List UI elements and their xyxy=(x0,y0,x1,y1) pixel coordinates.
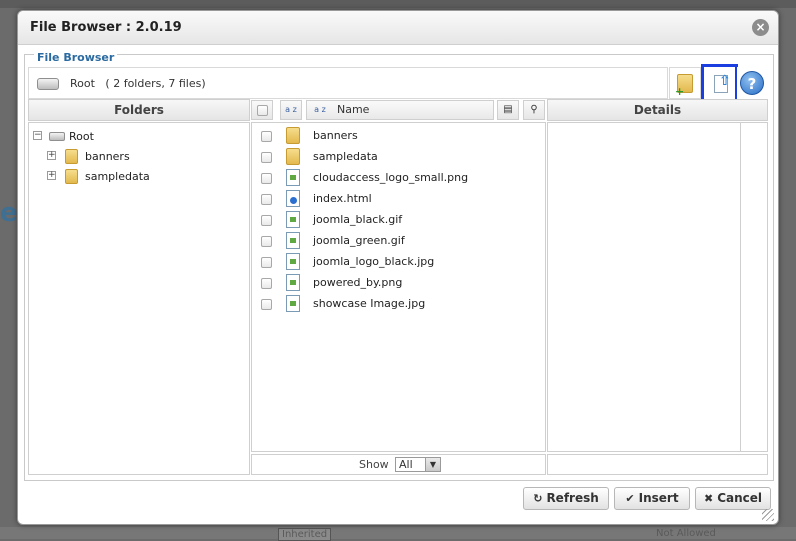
file-row[interactable]: joomla_logo_black.jpg xyxy=(252,252,545,273)
drive-icon xyxy=(49,132,65,141)
file-checkbox[interactable] xyxy=(261,299,272,310)
folder-icon xyxy=(65,169,78,184)
tree-label: Root xyxy=(69,130,94,143)
list-view-button[interactable]: ▤ xyxy=(497,100,519,120)
file-name: joomla_green.gif xyxy=(313,234,405,247)
image-icon xyxy=(286,274,300,291)
file-name: sampledata xyxy=(313,150,378,163)
file-row[interactable]: cloudaccess_logo_small.png xyxy=(252,168,545,189)
path-summary: ( 2 folders, 7 files) xyxy=(105,77,206,90)
details-footer xyxy=(547,454,768,475)
path-bar: Root ( 2 folders, 7 files) xyxy=(28,67,668,99)
close-icon[interactable]: × xyxy=(752,19,769,36)
folder-icon xyxy=(286,127,300,144)
files-pane: banners sampledata cloudaccess_logo_small.… xyxy=(251,122,546,452)
path-text: Root ( 2 folders, 7 files) xyxy=(70,77,206,90)
file-checkbox[interactable] xyxy=(261,257,272,268)
cancel-button[interactable]: ✖ Cancel xyxy=(695,487,771,510)
checkmark-icon: ✔ xyxy=(625,492,635,505)
file-checkbox[interactable] xyxy=(261,173,272,184)
details-divider xyxy=(740,123,741,451)
file-name: cloudaccess_logo_small.png xyxy=(313,171,469,184)
folder-icon xyxy=(65,149,78,164)
file-name: joomla_black.gif xyxy=(313,213,403,226)
details-pane xyxy=(547,122,768,452)
file-checkbox[interactable] xyxy=(261,236,272,247)
file-name: banners xyxy=(313,129,358,142)
refresh-icon: ↻ xyxy=(533,492,543,505)
file-row[interactable]: banners xyxy=(252,126,545,147)
upload-button[interactable]: ⇧ xyxy=(701,64,738,102)
file-name: joomla_logo_black.jpg xyxy=(313,255,435,268)
file-checkbox[interactable] xyxy=(261,131,272,142)
select-all-cell xyxy=(251,100,273,120)
x-icon: ✖ xyxy=(703,492,714,505)
dialog-titlebar: File Browser : 2.0.19 × xyxy=(18,11,778,45)
show-label: Show xyxy=(359,458,389,471)
backdrop-heading-fragment: e xyxy=(0,198,18,228)
file-row[interactable]: joomla_green.gif xyxy=(252,231,545,252)
file-name: showcase Image.jpg xyxy=(313,297,426,310)
folders-pane: − Root + banners + sampledata xyxy=(28,122,250,475)
name-column-header[interactable]: a z Name xyxy=(306,100,494,120)
folders-header: Folders xyxy=(28,99,250,121)
path-root-label[interactable]: Root xyxy=(70,77,95,90)
tree-node-root[interactable]: − Root xyxy=(33,128,233,146)
file-row[interactable]: powered_by.png xyxy=(252,273,545,294)
image-icon xyxy=(286,295,300,312)
file-checkbox[interactable] xyxy=(261,152,272,163)
folder-icon xyxy=(286,148,300,165)
show-select[interactable]: All ▼ xyxy=(395,457,441,472)
drive-icon xyxy=(37,78,59,90)
insert-button[interactable]: ✔ Insert xyxy=(614,487,690,510)
plus-icon: + xyxy=(675,85,685,98)
file-checkbox[interactable] xyxy=(261,278,272,289)
tree-node-sampledata[interactable]: + sampledata xyxy=(47,168,227,186)
refresh-button[interactable]: ↻ Refresh xyxy=(523,487,609,510)
show-bar: Show All ▼ xyxy=(251,454,546,475)
backdrop-inherited-select: Inherited xyxy=(278,528,332,541)
file-browser-dialog: File Browser : 2.0.19 × File Browser Roo… xyxy=(17,10,779,525)
dialog-title: File Browser : 2.0.19 xyxy=(30,20,182,35)
expand-toggle-icon[interactable]: + xyxy=(47,171,56,180)
image-icon xyxy=(286,211,300,228)
name-header-label: Name xyxy=(337,103,370,116)
image-icon xyxy=(286,232,300,249)
tree-label: banners xyxy=(85,150,130,163)
file-checkbox[interactable] xyxy=(261,215,272,226)
file-row[interactable]: joomla_black.gif xyxy=(252,210,545,231)
collapse-toggle-icon[interactable]: − xyxy=(33,131,42,140)
file-row[interactable]: showcase Image.jpg xyxy=(252,294,545,315)
show-select-value: All xyxy=(399,458,413,471)
sort-type-button[interactable]: a z xyxy=(280,100,302,120)
new-folder-button[interactable]: + xyxy=(669,67,701,99)
resize-grip-icon[interactable] xyxy=(762,509,774,521)
file-checkbox[interactable] xyxy=(261,194,272,205)
file-row[interactable]: index.html xyxy=(252,189,545,210)
refresh-label: Refresh xyxy=(546,491,599,505)
backdrop-status-text: Not Allowed xyxy=(656,528,716,539)
cancel-label: Cancel xyxy=(717,491,763,505)
image-icon xyxy=(286,253,300,270)
help-icon: ? xyxy=(740,71,764,95)
arrow-up-icon: ⇧ xyxy=(719,73,731,89)
tree-node-banners[interactable]: + banners xyxy=(47,148,227,166)
expand-toggle-icon[interactable]: + xyxy=(47,151,56,160)
search-binoculars-button[interactable]: ⚲ xyxy=(523,100,545,120)
tree-label: sampledata xyxy=(85,170,150,183)
help-button[interactable]: ? xyxy=(737,67,769,99)
html-icon xyxy=(286,190,300,207)
sort-name-icon: a z xyxy=(314,105,326,114)
backdrop-top xyxy=(0,0,796,8)
details-header: Details xyxy=(547,99,768,121)
chevron-down-icon: ▼ xyxy=(425,458,440,471)
file-name: index.html xyxy=(313,192,372,205)
file-row[interactable]: sampledata xyxy=(252,147,545,168)
file-name: powered_by.png xyxy=(313,276,403,289)
image-icon xyxy=(286,169,300,186)
insert-label: Insert xyxy=(638,491,679,505)
fieldset-legend: File Browser xyxy=(34,51,118,64)
select-all-checkbox[interactable] xyxy=(257,105,268,116)
